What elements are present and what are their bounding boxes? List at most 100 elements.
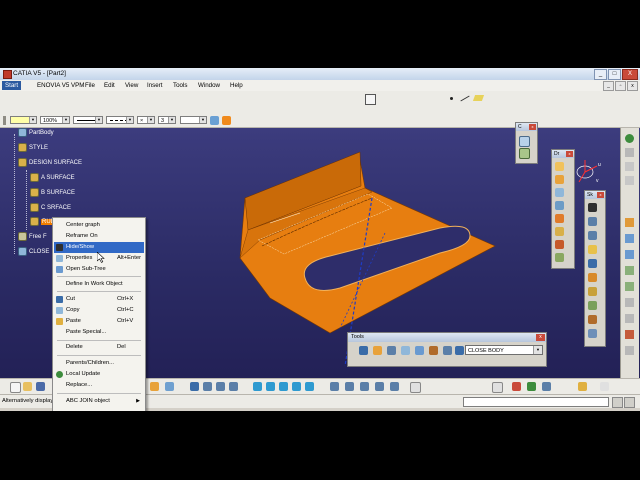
- helix-icon[interactable]: [588, 315, 597, 324]
- polyline-icon[interactable]: [588, 329, 597, 338]
- define-body-icon[interactable]: [455, 346, 464, 355]
- tree-item-close[interactable]: CLOSE: [18, 247, 49, 256]
- close-button[interactable]: X: [622, 69, 638, 80]
- zoom-in-icon[interactable]: [229, 382, 238, 391]
- minimize-button[interactable]: _: [594, 69, 607, 80]
- tree-item-style[interactable]: STYLE: [18, 143, 48, 152]
- tree-item-design-surface[interactable]: DESIGN SURFACE: [18, 158, 82, 167]
- painter-icon[interactable]: [210, 116, 219, 125]
- extrude-icon[interactable]: [555, 162, 564, 171]
- tree-item-partbody[interactable]: PartBody: [18, 128, 54, 137]
- tree-item-c-srface[interactable]: C SRFACE: [30, 203, 71, 212]
- menu-item-open-sub-tree[interactable]: Open Sub-Tree: [54, 264, 144, 275]
- menu-start[interactable]: Start: [2, 81, 22, 90]
- front-view-icon[interactable]: [292, 382, 301, 391]
- tree-item-free-form[interactable]: Free F: [18, 232, 47, 241]
- snap-tool-icon[interactable]: [429, 346, 438, 355]
- sphere-icon[interactable]: [555, 188, 564, 197]
- color-picker-icon[interactable]: [222, 116, 231, 125]
- layer-combo[interactable]: 3 ▼: [158, 116, 176, 124]
- update-all-icon[interactable]: [359, 346, 368, 355]
- menu-item-paste[interactable]: Paste Ctrl+V: [54, 316, 144, 327]
- split-icon[interactable]: [555, 240, 564, 249]
- chevron-down-icon[interactable]: ▼: [533, 346, 542, 354]
- feature-icon[interactable]: [625, 298, 634, 307]
- status-button[interactable]: [612, 397, 623, 408]
- 3d-grid-icon[interactable]: [443, 346, 452, 355]
- tree-item-a-surface[interactable]: A SURFACE: [30, 173, 75, 182]
- comment-icon[interactable]: [165, 382, 174, 391]
- menu-file[interactable]: File: [85, 82, 95, 89]
- power-input-field[interactable]: [463, 397, 609, 407]
- linetype-combo[interactable]: ▼: [106, 116, 134, 124]
- intersection-icon[interactable]: [588, 273, 597, 282]
- menu-item-abc-join-object[interactable]: ABC JOIN object ▶: [54, 396, 144, 407]
- menu-insert[interactable]: Insert: [147, 82, 162, 89]
- multi-view-icon[interactable]: [266, 382, 275, 391]
- offset-icon[interactable]: [555, 201, 564, 210]
- point-tool-icon[interactable]: [588, 217, 597, 226]
- iso-view-icon[interactable]: [279, 382, 288, 391]
- grid-icon[interactable]: [401, 346, 410, 355]
- mdi-restore-button[interactable]: ▫: [615, 81, 626, 91]
- feature-icon[interactable]: [625, 314, 634, 323]
- menu-window[interactable]: Window: [198, 82, 220, 89]
- snap-icon[interactable]: [365, 94, 376, 105]
- line-icon[interactable]: [460, 95, 470, 102]
- color-combo[interactable]: ▼: [10, 116, 37, 124]
- feature-icon[interactable]: [625, 266, 634, 275]
- plane-icon[interactable]: [472, 95, 485, 101]
- menu-item-reframe-on[interactable]: Reframe On: [54, 231, 144, 242]
- current-body-combo[interactable]: CLOSE BODY ▼: [465, 345, 543, 355]
- menu-edit[interactable]: Edit: [104, 82, 115, 89]
- feature-icon[interactable]: [625, 250, 634, 259]
- save-icon[interactable]: [36, 382, 45, 391]
- feature-icon[interactable]: [625, 282, 634, 291]
- wireframe-icon[interactable]: [360, 382, 369, 391]
- normal-view-icon[interactable]: [253, 382, 262, 391]
- menu-item-cut[interactable]: Cut Ctrl+X: [54, 294, 144, 305]
- menu-item-delete[interactable]: Delete Del: [54, 342, 144, 353]
- pan-icon[interactable]: [203, 382, 212, 391]
- work-support-icon[interactable]: [415, 346, 424, 355]
- menu-view[interactable]: View: [125, 82, 138, 89]
- menu-item-center-graph[interactable]: Center graph: [54, 220, 144, 231]
- linewidth-combo[interactable]: ▼: [73, 116, 103, 124]
- knowledge-icon[interactable]: [600, 382, 609, 391]
- update-icon[interactable]: [625, 134, 634, 143]
- spline-icon[interactable]: [588, 301, 597, 310]
- material-icon[interactable]: [410, 382, 421, 393]
- menu-item-local-update[interactable]: Local Update: [54, 369, 144, 380]
- fit-all-icon[interactable]: [190, 382, 199, 391]
- view-icon[interactable]: [625, 162, 634, 171]
- fill-icon[interactable]: [555, 214, 564, 223]
- connect-icon[interactable]: [542, 382, 551, 391]
- fog-icon[interactable]: [150, 382, 159, 391]
- swap-space-icon[interactable]: [390, 382, 399, 391]
- transparency-combo[interactable]: 100% ▼: [40, 116, 70, 124]
- feature-icon[interactable]: [625, 218, 634, 227]
- menu-tools[interactable]: Tools: [173, 82, 187, 89]
- open-file-icon[interactable]: [23, 382, 32, 391]
- sphere-tool-icon[interactable]: [373, 346, 382, 355]
- edges-icon[interactable]: [345, 382, 354, 391]
- point-icon[interactable]: [450, 97, 453, 100]
- plane-tool-icon[interactable]: [588, 245, 597, 254]
- blend-icon[interactable]: [555, 227, 564, 236]
- draft-analysis-icon[interactable]: [512, 382, 521, 391]
- new-file-icon[interactable]: [10, 382, 21, 393]
- shading-icon[interactable]: [330, 382, 339, 391]
- panel-close-button[interactable]: x: [597, 192, 604, 198]
- panel-close-button[interactable]: x: [566, 151, 573, 157]
- sketch-icon[interactable]: [588, 203, 597, 212]
- revolve-icon[interactable]: [555, 175, 564, 184]
- circle-icon[interactable]: [588, 287, 597, 296]
- render-style-combo[interactable]: ▼: [180, 116, 207, 124]
- status-button[interactable]: [624, 397, 635, 408]
- curvature-icon[interactable]: [527, 382, 536, 391]
- join-icon[interactable]: [555, 253, 564, 262]
- catalog-icon[interactable]: [519, 136, 530, 147]
- line-tool-icon[interactable]: [588, 231, 597, 240]
- axis-tool-icon[interactable]: [387, 346, 396, 355]
- menu-item-define-in-work-object[interactable]: Define In Work Object: [54, 279, 144, 290]
